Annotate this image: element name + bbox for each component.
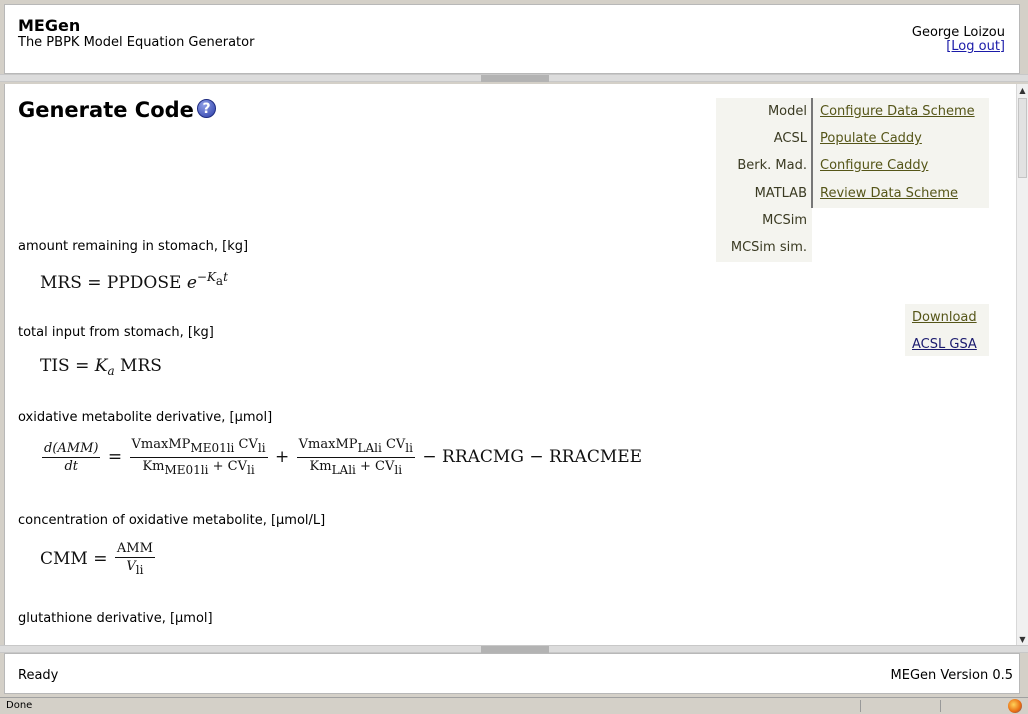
app-subtitle: The PBPK Model Equation Generator: [18, 35, 255, 50]
fraction-numerator: d(AMM): [42, 441, 101, 458]
logout-link[interactable]: [Log out]: [946, 39, 1005, 54]
denominator-sub: li: [135, 563, 144, 577]
concentration-fraction: AMM Vli: [114, 540, 155, 579]
michaelis-menten-fraction-2: VmaxMPLAli CVli KmLAli + CVli: [296, 436, 415, 479]
download-link[interactable]: Download: [912, 310, 977, 326]
footer-version: MEGen Version 0.5: [890, 668, 1013, 683]
fraction-denominator: Km: [142, 459, 165, 474]
equation-description: oxidative metabolite derivative, [µmol]: [18, 410, 273, 425]
populate-caddy-link[interactable]: Populate Caddy: [820, 131, 922, 147]
splitter-grip[interactable]: [481, 646, 549, 653]
review-data-scheme-link[interactable]: Review Data Scheme: [820, 186, 958, 202]
acsl-gsa-link[interactable]: ACSL GSA: [912, 337, 977, 353]
eq-term: PPDOSE: [106, 273, 182, 293]
denominator-term: + CV: [212, 459, 247, 474]
denominator-sub: ME01li: [164, 463, 209, 477]
eq-sign: =: [107, 447, 123, 467]
eq-sign: =: [93, 549, 108, 569]
eq-exponent-t: t: [223, 270, 228, 284]
firefox-icon: [1008, 699, 1022, 713]
scroll-up-arrow-icon[interactable]: ▲: [1017, 85, 1028, 96]
language-mcsim-sim[interactable]: MCSim sim.: [731, 240, 807, 256]
fraction-numerator: AMM: [114, 541, 155, 558]
denominator-sub: LAli: [331, 463, 356, 477]
app-title: MEGen: [18, 16, 81, 35]
header-panel: MEGen The PBPK Model Equation Generator …: [4, 4, 1020, 74]
eq-lhs: CMM: [40, 549, 88, 569]
language-matlab[interactable]: MATLAB: [755, 186, 807, 202]
configure-caddy-link[interactable]: Configure Caddy: [820, 158, 928, 174]
footer-panel: Ready MEGen Version 0.5: [4, 653, 1020, 694]
configure-data-scheme-link[interactable]: Configure Data Scheme: [820, 104, 975, 120]
browser-status-text: Done: [6, 700, 33, 711]
question-mark-icon[interactable]: ?: [197, 99, 216, 118]
fraction-numerator: VmaxMP: [298, 437, 358, 452]
eq-sign: =: [75, 356, 90, 376]
fraction-denominator: dt: [64, 459, 79, 474]
application-window: MEGen The PBPK Model Equation Generator …: [0, 0, 1028, 714]
status-divider: [860, 700, 861, 712]
browser-status-bar: Done: [0, 697, 1028, 714]
language-panel: Model ACSL Berk. Mad. MATLAB MCSim MCSim…: [716, 98, 812, 262]
eq-tail: − RRACMG − RRACMEE: [422, 447, 643, 467]
eq-lhs: MRS: [40, 273, 82, 293]
equation-cmm: CMM = AMM Vli: [40, 540, 157, 579]
denominator-term-sub: li: [394, 463, 403, 477]
equation-description: glutathione derivative, [µmol]: [18, 611, 213, 626]
language-acsl[interactable]: ACSL: [774, 131, 807, 147]
derivative-fraction: d(AMM) dt: [42, 440, 101, 475]
equation-description: amount remaining in stomach, [kg]: [18, 239, 249, 254]
denominator-term-sub: li: [247, 463, 255, 477]
user-name: George Loizou: [911, 25, 1005, 40]
numerator-sub: ME01li: [190, 441, 235, 455]
equation-tis: TIS = Ka MRS: [40, 356, 162, 378]
numerator-term-sub: li: [257, 441, 266, 455]
denominator-term: + CV: [360, 459, 395, 474]
eq-sign: =: [87, 273, 102, 293]
main-content: Generate Code ? Model ACSL Berk. Mad. MA…: [4, 84, 1016, 646]
eq-constant: K: [94, 356, 108, 376]
eq-constant-sub: a: [107, 364, 115, 378]
equation-mrs: MRS = PPDOSE e−Kat: [40, 270, 228, 293]
eq-exponential: e: [186, 273, 197, 293]
language-mcsim[interactable]: MCSim: [762, 213, 807, 229]
eq-plus: +: [274, 447, 290, 467]
fraction-denominator: Km: [309, 459, 332, 474]
bottom-splitter[interactable]: [0, 645, 1028, 653]
numerator-term: CV: [238, 437, 258, 452]
numerator-term-sub: li: [405, 441, 413, 455]
language-model[interactable]: Model: [768, 104, 807, 120]
michaelis-menten-fraction-1: VmaxMPME01li CVli KmME01li + CVli: [129, 436, 268, 479]
eq-exponent-sub: a: [215, 274, 224, 288]
language-berkeley-madonna[interactable]: Berk. Mad.: [737, 158, 807, 174]
scroll-down-arrow-icon[interactable]: ▼: [1017, 634, 1028, 645]
download-panel: Download ACSL GSA: [905, 304, 989, 356]
splitter-grip[interactable]: [481, 75, 549, 82]
eq-lhs: TIS: [40, 356, 70, 376]
footer-status: Ready: [18, 668, 59, 683]
numerator-term: CV: [385, 437, 406, 452]
equation-description: total input from stomach, [kg]: [18, 325, 214, 340]
vertical-scrollbar[interactable]: ▲ ▼: [1016, 84, 1028, 646]
equation-amm-derivative: d(AMM) dt = VmaxMPME01li CVli KmME01li +…: [40, 436, 642, 479]
page-title: Generate Code: [18, 98, 194, 122]
equation-description: concentration of oxidative metabolite, […: [18, 513, 326, 528]
eq-term: MRS: [120, 356, 162, 376]
eq-exponent: −K: [196, 270, 216, 284]
fraction-numerator: VmaxMP: [131, 437, 191, 452]
status-divider: [940, 700, 941, 712]
fraction-denominator: V: [126, 559, 136, 574]
numerator-sub: LAli: [357, 441, 382, 455]
top-splitter[interactable]: [0, 74, 1028, 82]
scroll-thumb[interactable]: [1018, 98, 1027, 178]
action-panel: Configure Data Scheme Populate Caddy Con…: [813, 98, 989, 208]
